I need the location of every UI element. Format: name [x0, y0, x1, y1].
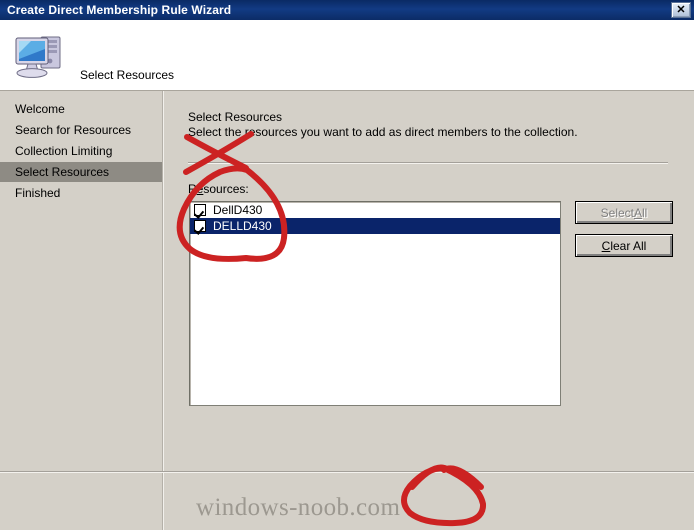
sidebar-item-finished[interactable]: Finished [0, 183, 162, 203]
footer-separator [0, 471, 694, 473]
sidebar-item-search-for-resources[interactable]: Search for Resources [0, 120, 162, 140]
page-title: Select Resources [80, 68, 175, 82]
select-all-post: ll [642, 205, 648, 220]
resource-name: DELLD430 [213, 219, 272, 233]
wizard-body: Welcome Search for Resources Collection … [0, 91, 694, 530]
main-pane: Select Resources Select the resources yo… [164, 91, 694, 530]
resources-label-suffix: sources: [203, 182, 249, 196]
checkbox-checked-icon[interactable] [194, 220, 206, 232]
wizard-steps-sidebar: Welcome Search for Resources Collection … [0, 91, 163, 530]
clear-all-button[interactable]: Clear All [575, 234, 673, 257]
sidebar-item-welcome[interactable]: Welcome [0, 99, 162, 119]
resource-name: DellD430 [213, 203, 263, 217]
select-all-mnemonic: A [634, 205, 643, 220]
resources-label: Resources: [188, 182, 249, 196]
resources-label-prefix: R [188, 182, 197, 196]
title-bar[interactable]: Create Direct Membership Rule Wizard ✕ [0, 0, 694, 21]
watermark: windows-noob.com [196, 494, 401, 521]
section-description: Select the resources you want to add as … [188, 125, 578, 139]
clear-all-mnemonic: C [601, 238, 611, 253]
window-title: Create Direct Membership Rule Wizard [7, 3, 232, 17]
sidebar-item-label: Select Resources [15, 165, 110, 179]
checkbox-checked-icon[interactable] [194, 204, 206, 216]
sidebar-item-label: Welcome [15, 102, 65, 116]
section-separator [188, 162, 668, 164]
sidebar-item-select-resources[interactable]: Select Resources [0, 162, 162, 182]
select-all-button[interactable]: Select All [575, 201, 673, 224]
select-all-pre: Select [600, 205, 634, 220]
sidebar-item-label: Finished [15, 186, 61, 200]
sidebar-item-label: Collection Limiting [15, 144, 113, 158]
close-icon[interactable]: ✕ [671, 2, 691, 18]
wizard-header: Select Resources [0, 21, 694, 91]
computer-icon [11, 29, 69, 81]
list-item[interactable]: DELLD430 [190, 218, 560, 234]
list-item[interactable]: DellD430 [190, 202, 560, 218]
sidebar-item-collection-limiting[interactable]: Collection Limiting [0, 141, 162, 161]
section-title: Select Resources [188, 110, 283, 124]
sidebar-item-label: Search for Resources [15, 123, 132, 137]
resources-listbox[interactable]: DellD430 DELLD430 [189, 201, 561, 406]
wizard-window: Create Direct Membership Rule Wizard ✕ S… [0, 0, 694, 530]
clear-all-post: lear All [610, 238, 647, 253]
